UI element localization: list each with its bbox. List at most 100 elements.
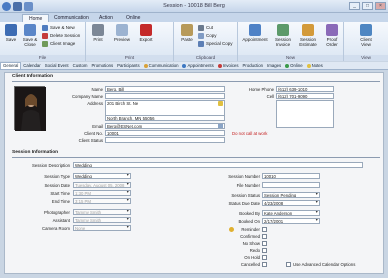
subtab-images[interactable]: Images <box>265 62 283 69</box>
email-icon[interactable] <box>218 124 223 128</box>
copy-button[interactable]: Copy <box>198 32 217 39</box>
no-show-checkbox[interactable] <box>262 241 267 246</box>
client-status-label: Client Status <box>78 138 103 143</box>
title-bar: Session - 10018 Bill Berg <box>0 0 388 13</box>
do-not-call-note: Do not call at work <box>232 131 268 136</box>
print-button[interactable]: Print <box>89 24 107 42</box>
cut-button[interactable]: Cut <box>198 24 213 31</box>
subtab-appointments[interactable]: Appointments <box>180 62 215 69</box>
city-state-zip-field[interactable]: North Branch, MN 55056 <box>105 115 225 121</box>
minimize-button[interactable]: _ <box>349 2 360 10</box>
subtab-production[interactable]: Production <box>241 62 266 69</box>
qat-undo-icon[interactable] <box>24 2 33 11</box>
address-label: Address <box>87 101 103 106</box>
session-info-divider <box>12 157 380 158</box>
name-field[interactable]: Berg, Bill <box>105 86 225 92</box>
confirmed-label: Confirmed <box>240 234 260 239</box>
special-copy-button[interactable]: Special Copy <box>198 40 233 47</box>
session-description-label: Session Description <box>32 163 70 168</box>
subtab-calendar[interactable]: Calendar <box>21 62 42 69</box>
session-invoice-button[interactable]: Session Invoice <box>272 24 294 47</box>
booked-on-field[interactable]: 2/17/2001 <box>262 218 320 224</box>
cancelled-checkbox[interactable] <box>262 262 267 267</box>
subtab-notes[interactable]: Notes <box>305 62 325 69</box>
qat-save-icon[interactable] <box>13 2 22 11</box>
booked-by-select[interactable]: Kate Anderson <box>262 210 320 216</box>
company-label: Company Name <box>71 94 103 99</box>
map-icon[interactable] <box>218 101 223 106</box>
on-hold-label: On Hold <box>244 255 260 260</box>
save-button[interactable]: Save <box>2 24 20 42</box>
start-time-field[interactable]: 1:30 PM <box>73 190 131 196</box>
session-estimate-button[interactable]: Session Estimate <box>296 24 320 47</box>
client-view-icon <box>360 24 372 36</box>
client-status-field[interactable] <box>105 137 225 143</box>
subtab-promotions[interactable]: Promotions <box>89 62 115 69</box>
appointment-button[interactable]: Appointment <box>241 24 269 42</box>
advanced-calendar-checkbox[interactable] <box>286 262 291 267</box>
session-description-field[interactable]: Wedding <box>73 162 363 168</box>
subtab-participants[interactable]: Participants <box>115 62 141 69</box>
on-hold-checkbox[interactable] <box>262 255 267 260</box>
camera-room-select[interactable]: None <box>73 225 131 231</box>
subtab-communication[interactable]: Communication <box>142 62 181 69</box>
communication-icon <box>143 63 148 68</box>
printer-icon <box>92 24 104 36</box>
phone-list-area[interactable] <box>276 100 334 128</box>
company-field[interactable] <box>105 93 225 99</box>
status-due-date-field[interactable]: 4/23/2008 <box>262 200 320 206</box>
home-phone-field[interactable]: (612) 639-1010 <box>276 86 334 92</box>
app-menu-icon[interactable] <box>2 2 11 11</box>
invoices-icon <box>217 63 222 68</box>
new-group: Appointment Session Invoice Session Esti… <box>238 22 344 61</box>
session-type-select[interactable]: Wedding <box>73 173 131 179</box>
preview-icon <box>116 24 128 36</box>
subtab-custom[interactable]: Custom <box>71 62 90 69</box>
session-number-field[interactable]: 10010 <box>262 173 320 179</box>
subtab-invoices[interactable]: Invoices <box>216 62 241 69</box>
tab-online[interactable]: Online <box>120 14 146 22</box>
email-field[interactable]: Berg@ESNet.com <box>105 123 225 129</box>
close-button[interactable]: × <box>375 2 386 10</box>
client-no-field[interactable]: 10001 <box>105 130 225 136</box>
save-new-button[interactable]: Save & New <box>42 24 75 31</box>
subtab-general[interactable]: General <box>0 62 22 69</box>
save-icon <box>5 24 17 36</box>
paste-button[interactable]: Paste <box>178 24 196 42</box>
name-label: Name <box>91 87 103 92</box>
save-new-icon <box>42 24 48 31</box>
file-number-field[interactable] <box>262 182 320 188</box>
print-group: Print Preview Export Print <box>86 22 174 61</box>
proof-order-icon <box>326 24 338 36</box>
estimate-icon <box>302 24 314 36</box>
tab-home[interactable]: Home <box>22 14 50 22</box>
reminder-checkbox[interactable] <box>262 227 267 232</box>
advanced-calendar-label: Use Advanced Calendar Options <box>293 262 356 267</box>
proof-order-button[interactable]: Proof Order <box>322 24 342 47</box>
delete-session-button[interactable]: Delete Session <box>42 32 80 39</box>
assistant-select[interactable]: Tammy Smith <box>73 217 131 223</box>
email-label: Email <box>92 124 103 129</box>
save-close-button[interactable]: Save & Close <box>21 24 39 47</box>
subtab-online[interactable]: Online <box>283 62 304 69</box>
photographer-select[interactable]: Tammy Smith <box>73 209 131 215</box>
export-button[interactable]: Export <box>136 24 156 42</box>
file-group: Save Save & Close Save & New Delete Sess… <box>0 22 86 61</box>
confirmed-checkbox[interactable] <box>262 234 267 239</box>
client-image-button[interactable]: Client Image <box>42 40 75 47</box>
redo-checkbox[interactable] <box>262 248 267 253</box>
preview-button[interactable]: Preview <box>111 24 133 42</box>
maximize-button[interactable]: □ <box>362 2 373 10</box>
copy-icon <box>198 32 204 39</box>
client-view-button[interactable]: Client View <box>356 24 376 47</box>
image-icon <box>42 40 48 47</box>
tab-action[interactable]: Action <box>93 14 119 22</box>
end-time-field[interactable]: 3:15 PM <box>73 198 131 204</box>
session-status-select[interactable]: Session Pending <box>262 192 320 198</box>
view-group: Client View View <box>344 22 388 61</box>
tab-communication[interactable]: Communication <box>48 14 95 22</box>
session-date-field[interactable]: Tuesday, August 05, 2008 <box>73 182 131 188</box>
address-line1: 201 Birch St. Ne <box>107 101 139 106</box>
subtab-social-event[interactable]: Social Event <box>43 62 71 69</box>
cell-field[interactable]: (612) 701-9090 <box>276 93 334 99</box>
